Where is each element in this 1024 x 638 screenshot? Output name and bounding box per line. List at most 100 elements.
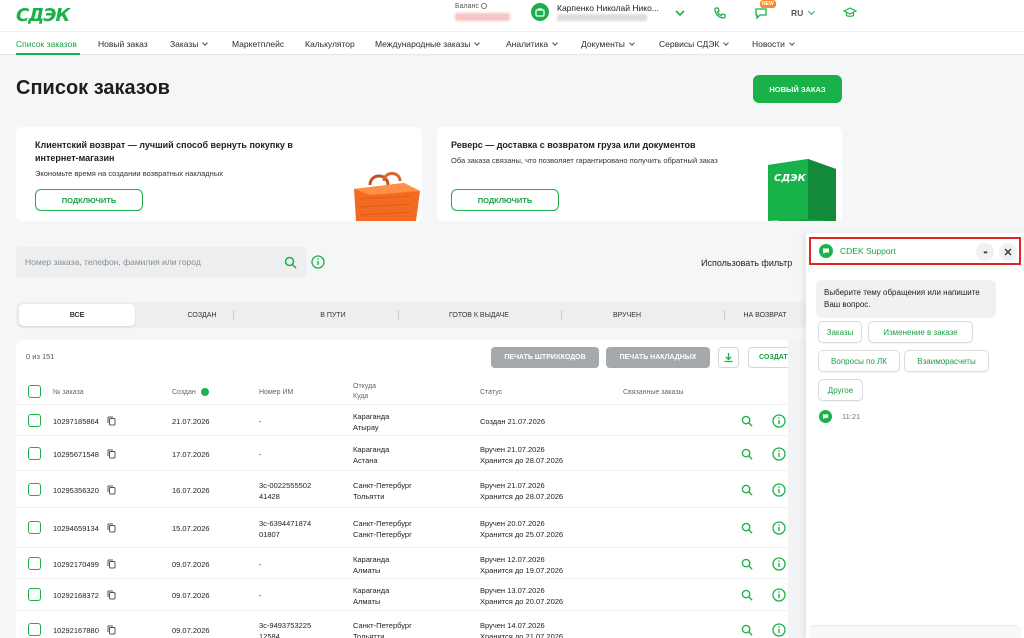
info-icon[interactable] bbox=[772, 483, 786, 497]
phone-icon[interactable] bbox=[713, 6, 727, 20]
table-row[interactable]: 10292170499 09.07.2026 - Караганда Алматы Вру… bbox=[16, 547, 806, 578]
nav-new-order[interactable]: Новый заказ bbox=[98, 39, 148, 49]
select-all-checkbox[interactable] bbox=[28, 385, 41, 398]
info-icon[interactable] bbox=[772, 557, 786, 571]
tab-created[interactable]: СОЗДАН bbox=[141, 304, 263, 326]
nav-orders[interactable]: Заказы bbox=[170, 39, 209, 49]
route: Караганда Атырау bbox=[353, 412, 390, 432]
nav-news[interactable]: Новости bbox=[752, 39, 795, 49]
download-button[interactable] bbox=[718, 347, 739, 368]
chat-chip-lk-questions[interactable]: Вопросы по ЛК bbox=[818, 350, 900, 372]
shopping-bag-illustration bbox=[354, 172, 420, 221]
chat-chip-other[interactable]: Другое bbox=[818, 379, 863, 401]
order-number[interactable]: 10295356320 bbox=[53, 485, 99, 496]
order-number[interactable]: 10295671548 bbox=[53, 449, 99, 460]
copy-icon[interactable] bbox=[107, 625, 116, 635]
info-icon[interactable] bbox=[772, 447, 786, 461]
search-icon[interactable] bbox=[741, 558, 753, 570]
row-checkbox[interactable] bbox=[28, 447, 41, 460]
header-created[interactable]: Создан bbox=[172, 388, 209, 398]
info-icon[interactable] bbox=[772, 414, 786, 428]
copy-icon[interactable] bbox=[107, 485, 116, 495]
search-icon[interactable] bbox=[741, 522, 753, 534]
connect-button[interactable]: ПОДКЛЮЧИТЬ bbox=[451, 189, 559, 211]
row-checkbox[interactable] bbox=[28, 557, 41, 570]
connect-button[interactable]: ПОДКЛЮЧИТЬ bbox=[35, 189, 143, 211]
cdek-package-illustration: СДЭК bbox=[768, 159, 836, 221]
chat-chip-order-change[interactable]: Изменение в заказе bbox=[868, 321, 973, 343]
tab-in-transit[interactable]: В ПУТИ bbox=[266, 304, 400, 326]
download-icon bbox=[724, 353, 733, 363]
nav-international[interactable]: Международные заказы bbox=[375, 39, 481, 49]
table-row[interactable]: 10295671548 17.07.2026 - Караганда Астана Вру… bbox=[16, 435, 806, 470]
table-row[interactable]: 10295356320 16.07.2026 3с-0022555502 41428 С… bbox=[16, 470, 806, 507]
order-search-input[interactable]: Номер заказа, телефон, фамилия или город bbox=[16, 247, 306, 278]
search-icon[interactable] bbox=[741, 624, 753, 636]
row-checkbox[interactable] bbox=[28, 623, 41, 636]
tab-all[interactable]: ВСЕ bbox=[19, 304, 135, 326]
tab-divider bbox=[561, 310, 562, 320]
info-icon[interactable] bbox=[772, 521, 786, 535]
copy-icon[interactable] bbox=[107, 590, 116, 600]
header-order-no[interactable]: № заказа bbox=[53, 388, 84, 398]
chat-icon[interactable] bbox=[754, 6, 768, 20]
chevron-down-icon[interactable] bbox=[673, 6, 687, 20]
order-number[interactable]: 10292168372 bbox=[53, 590, 99, 601]
table-row[interactable]: 10297185864 21.07.2026 - Караганда Атырау Соз… bbox=[16, 404, 806, 435]
tab-ready[interactable]: ГОТОВ К ВЫДАЧЕ bbox=[401, 304, 557, 326]
info-icon[interactable] bbox=[772, 588, 786, 602]
info-icon[interactable] bbox=[772, 623, 786, 637]
route: Караганда Алматы bbox=[353, 555, 390, 575]
search-icon[interactable] bbox=[741, 484, 753, 496]
row-checkbox[interactable] bbox=[28, 414, 41, 427]
info-icon[interactable] bbox=[311, 255, 325, 269]
nav-documents[interactable]: Документы bbox=[581, 39, 635, 49]
more-options-icon[interactable]: •• bbox=[976, 243, 994, 261]
promo-title: Клиентский возврат — лучший способ верну… bbox=[35, 140, 293, 163]
search-icon[interactable] bbox=[741, 448, 753, 460]
order-number[interactable]: 10292167880 bbox=[53, 625, 99, 636]
copy-icon[interactable] bbox=[107, 416, 116, 426]
nav-calculator[interactable]: Калькулятор bbox=[305, 39, 355, 49]
order-number[interactable]: 10297185864 bbox=[53, 416, 99, 427]
chat-chip-settlements[interactable]: Взаиморасчеты bbox=[904, 350, 989, 372]
print-barcodes-button[interactable]: ПЕЧАТЬ ШТРИХКОДОВ bbox=[491, 347, 599, 368]
search-icon[interactable] bbox=[741, 415, 753, 427]
row-checkbox[interactable] bbox=[28, 521, 41, 534]
chat-input[interactable] bbox=[809, 625, 1021, 638]
sort-icon[interactable] bbox=[200, 388, 209, 397]
chat-chip-orders[interactable]: Заказы bbox=[818, 321, 862, 343]
close-icon[interactable] bbox=[999, 243, 1017, 261]
table-scrollbar[interactable] bbox=[788, 340, 806, 638]
print-waybills-button[interactable]: ПЕЧАТЬ НАКЛАДНЫХ bbox=[606, 347, 710, 368]
chevron-down-icon bbox=[723, 40, 730, 46]
search-icon[interactable] bbox=[741, 589, 753, 601]
row-checkbox[interactable] bbox=[28, 483, 41, 496]
cdek-logo[interactable]: СДЭК bbox=[16, 5, 70, 26]
copy-icon[interactable] bbox=[107, 559, 116, 569]
nav-order-list[interactable]: Список заказов bbox=[16, 39, 77, 49]
copy-icon[interactable] bbox=[107, 523, 116, 533]
chat-bot-message: Выберите тему обращения или напишите Ваш… bbox=[816, 280, 996, 318]
use-filter-toggle[interactable]: Использовать фильтр bbox=[701, 258, 792, 268]
order-number[interactable]: 10294659134 bbox=[53, 523, 99, 534]
nav-analytics[interactable]: Аналитика bbox=[506, 39, 558, 49]
row-checkbox[interactable] bbox=[28, 588, 41, 601]
graduation-cap-icon[interactable] bbox=[843, 6, 857, 20]
search-icon[interactable] bbox=[284, 256, 297, 269]
order-number[interactable]: 10292170499 bbox=[53, 559, 99, 570]
new-order-button[interactable]: НОВЫЙ ЗАКАЗ bbox=[753, 75, 842, 103]
table-row[interactable]: 10292168372 09.07.2026 - Караганда Алматы Вру… bbox=[16, 578, 806, 610]
table-row[interactable]: 10294659134 15.07.2026 3с-6394471874 01807 С… bbox=[16, 507, 806, 547]
copy-icon[interactable] bbox=[107, 449, 116, 459]
user-avatar[interactable] bbox=[531, 3, 549, 21]
nav-marketplace[interactable]: Маркетплейс bbox=[232, 39, 284, 49]
chevron-down-icon bbox=[474, 40, 481, 46]
info-icon[interactable] bbox=[480, 3, 487, 10]
table-row[interactable]: 10292167880 09.07.2026 3с-9493753225 12584 С… bbox=[16, 610, 806, 638]
nav-cdek-services[interactable]: Сервисы СДЭК bbox=[659, 39, 730, 49]
user-name[interactable]: Карпенко Николай Нико... bbox=[557, 3, 659, 13]
tab-delivered[interactable]: ВРУЧЕН bbox=[564, 304, 690, 326]
language-selector[interactable]: RU bbox=[791, 7, 815, 18]
im-number: - bbox=[259, 591, 262, 600]
